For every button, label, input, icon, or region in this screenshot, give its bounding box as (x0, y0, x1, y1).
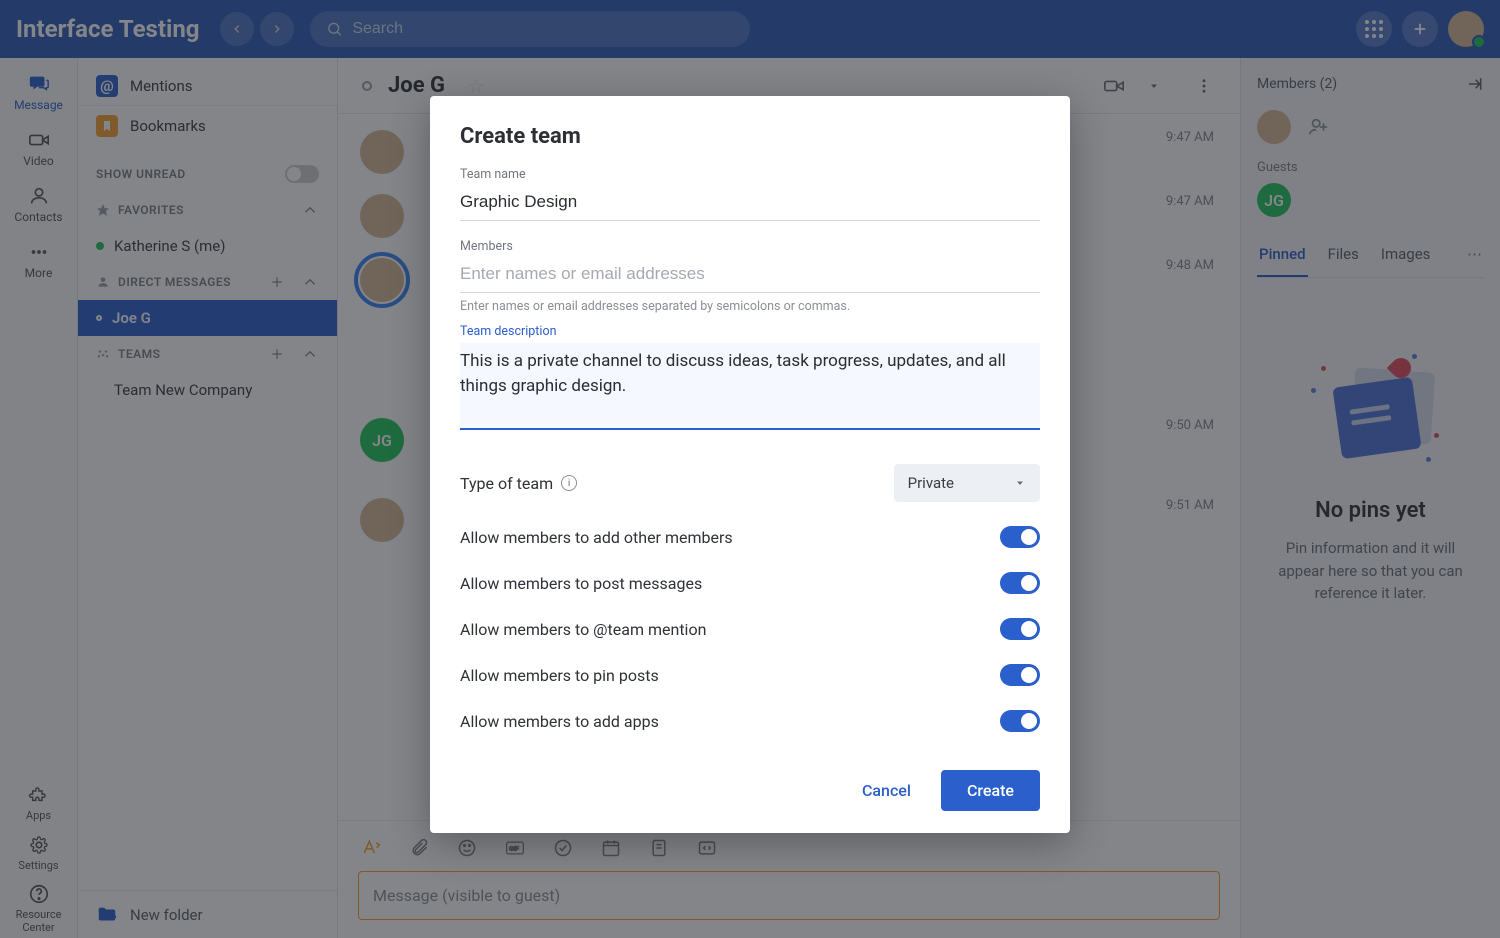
opt-apps-label: Allow members to add apps (460, 712, 659, 731)
opt-post-label: Allow members to post messages (460, 574, 702, 593)
members-hint: Enter names or email addresses separated… (460, 299, 1040, 314)
create-button[interactable]: Create (941, 770, 1040, 811)
members-input[interactable] (460, 258, 1040, 293)
team-name-label: Team name (460, 167, 1040, 182)
team-name-input[interactable] (460, 186, 1040, 221)
toggle-post-messages[interactable] (1000, 572, 1040, 594)
create-team-modal: Create team Team name Members Enter name… (430, 96, 1070, 833)
type-of-team-select[interactable]: Private (894, 464, 1040, 502)
opt-pin-label: Allow members to pin posts (460, 666, 659, 685)
toggle-add-members[interactable] (1000, 526, 1040, 548)
cancel-button[interactable]: Cancel (856, 771, 917, 810)
opt-add-members-label: Allow members to add other members (460, 528, 733, 547)
modal-overlay[interactable]: Create team Team name Members Enter name… (0, 0, 1500, 938)
chevron-down-icon (1014, 477, 1026, 489)
info-icon[interactable]: i (561, 475, 577, 491)
toggle-team-mention[interactable] (1000, 618, 1040, 640)
toggle-pin-posts[interactable] (1000, 664, 1040, 686)
modal-title: Create team (460, 124, 1040, 149)
description-label: Team description (460, 324, 1040, 339)
toggle-add-apps[interactable] (1000, 710, 1040, 732)
team-description-input[interactable] (460, 343, 1040, 430)
members-label: Members (460, 239, 1040, 254)
type-of-team-label: Type of team (460, 474, 553, 493)
opt-mention-label: Allow members to @team mention (460, 620, 706, 639)
